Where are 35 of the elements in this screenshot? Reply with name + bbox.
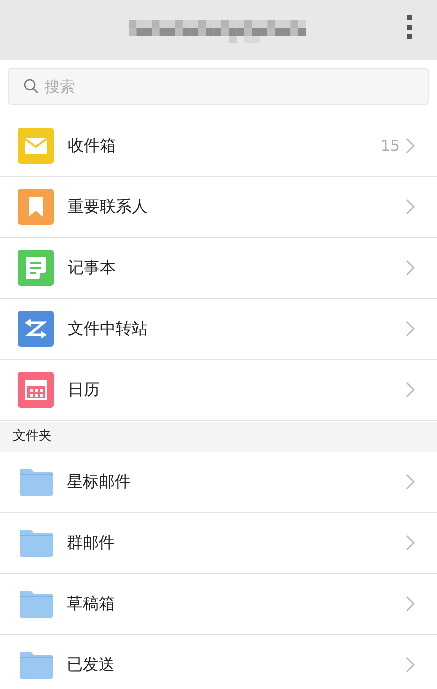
folder-item[interactable]: 草稿箱 [0, 574, 437, 635]
section-header: 文件夹 [0, 422, 437, 452]
chevron-icon [406, 535, 415, 551]
chevron-icon [406, 321, 415, 337]
folder-label: 草稿箱 [67, 593, 116, 615]
chevron-icon [406, 596, 415, 612]
chevron-icon [406, 138, 415, 154]
folder-icon [20, 530, 53, 556]
folder-label: 星标邮件 [67, 471, 132, 493]
chevron-icon [406, 657, 415, 673]
item-label: 文件中转站 [68, 318, 149, 340]
menu-item[interactable]: 重要联系人 [0, 177, 437, 238]
folder-label: 群邮件 [67, 532, 116, 554]
menu-item[interactable]: 收件箱 15 [0, 116, 437, 177]
more-options-icon[interactable] [407, 15, 413, 40]
folder-item[interactable]: 群邮件 [0, 513, 437, 574]
item-label: 重要联系人 [68, 196, 149, 218]
menu-item[interactable]: 日历 [0, 360, 437, 421]
folder-item[interactable]: 星标邮件 [0, 452, 437, 513]
menu-item[interactable]: 记事本 [0, 238, 437, 299]
unread-count: 15 [380, 136, 400, 157]
folder-label: 已发送 [67, 654, 116, 676]
item-label: 日历 [68, 379, 101, 401]
chevron-icon [406, 260, 415, 276]
folder-icon [20, 590, 53, 618]
item-label: 记事本 [68, 257, 117, 279]
chevron-icon [406, 199, 415, 215]
folder-icon [20, 652, 53, 678]
search-field[interactable]: 搜索 [8, 68, 429, 105]
menu-item[interactable]: 文件中转站 [0, 299, 437, 360]
chevron-icon [406, 382, 415, 398]
item-label: 收件箱 [68, 135, 117, 157]
chevron-icon [406, 474, 415, 490]
folder-icon [20, 468, 53, 496]
folder-item[interactable]: 已发送 [0, 635, 437, 689]
